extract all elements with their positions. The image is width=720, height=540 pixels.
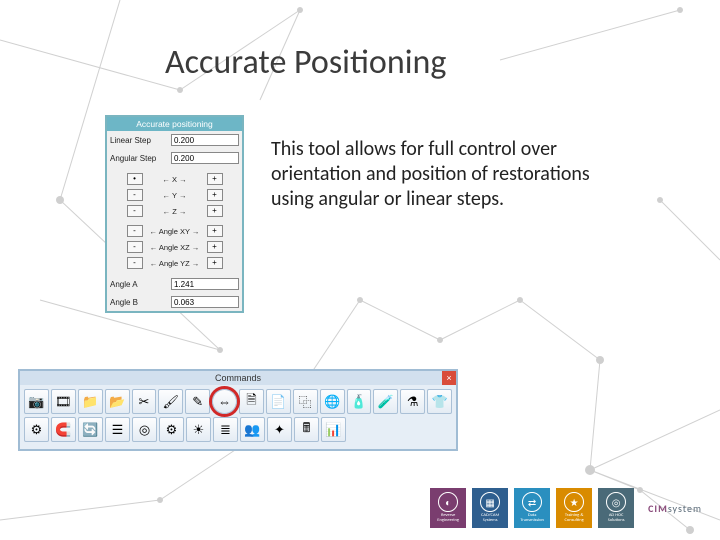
angle-xz-plus-button[interactable]: +: [207, 241, 223, 253]
accurate-positioning-panel: Accurate positioning Linear Step 0.200 A…: [105, 115, 244, 313]
linear-step-label: Linear Step: [110, 136, 168, 145]
flask-icon[interactable]: ⚗: [400, 389, 425, 414]
pencil-icon[interactable]: ✎: [185, 389, 210, 414]
toolbar-title: Commands: [215, 373, 261, 383]
target-icon[interactable]: ◎: [132, 417, 157, 442]
adhoc-icon: ◎: [606, 492, 626, 512]
angle-yz-minus-button[interactable]: -: [127, 257, 143, 269]
angle-b-label: Angle B: [110, 298, 168, 307]
axis-angle-xy-label: ← Angle XY →: [147, 227, 203, 236]
brand-tile-reverse-engineering: ◐ Reverse Engineering: [430, 488, 466, 528]
bottle-icon[interactable]: 🧴: [347, 389, 372, 414]
slide-body-text: This tool allows for full control over o…: [271, 137, 611, 212]
cim-logo-prefix: CIM: [648, 502, 668, 515]
film-icon[interactable]: 🎞: [51, 389, 76, 414]
gear2-icon[interactable]: ⚙: [159, 417, 184, 442]
axis-y-label: ← Y →: [147, 191, 203, 200]
commands-toolbar: Commands × 📷 🎞 📁 📂 ✂ 🖌 ✎ ⇔ 🗎 📄 ⿻ 🌐 🧴 🧪 ⚗…: [18, 369, 458, 451]
x-minus-button[interactable]: •: [127, 173, 143, 185]
angle-a-input[interactable]: 1.241: [171, 278, 239, 290]
folder-open-icon[interactable]: 📂: [105, 389, 130, 414]
brand-label-2: CAD/CAM Systems: [474, 514, 506, 524]
z-minus-button[interactable]: -: [127, 205, 143, 217]
toolbar-header: Commands ×: [20, 371, 456, 385]
panel-header: Accurate positioning: [107, 117, 242, 131]
stack-icon[interactable]: ☰: [105, 417, 130, 442]
toolbar-row-2: ⚙ 🧲 🔄 ☰ ◎ ⚙ ☀ ≣ 👥 ✦ 🖩 📊: [24, 417, 452, 442]
brand-label-3: Data Transmission: [516, 514, 548, 524]
brand-tile-cadcam: ▦ CAD/CAM Systems: [472, 488, 508, 528]
training-icon: ★: [564, 492, 584, 512]
y-plus-button[interactable]: +: [207, 189, 223, 201]
axis-z-label: ← Z →: [147, 207, 203, 216]
data-transmission-icon: ⇄: [522, 492, 542, 512]
brand-label-1: Reverse Engineering: [432, 514, 464, 524]
toolbar-close-button[interactable]: ×: [442, 371, 456, 385]
y-minus-button[interactable]: -: [127, 189, 143, 201]
angle-b-input[interactable]: 0.063: [171, 296, 239, 308]
brand-tile-training: ★ Training & Consulting: [556, 488, 592, 528]
globe-icon[interactable]: 🌐: [320, 389, 345, 414]
angular-step-input[interactable]: 0.200: [171, 152, 239, 164]
cog-icon[interactable]: ✦: [267, 417, 292, 442]
axis-x-label: ← X →: [147, 175, 203, 184]
axis-angle-xz-label: ← Angle XZ →: [147, 243, 203, 252]
brand-tile-adhoc: ◎ AD HOC Solutions: [598, 488, 634, 528]
cim-logo-suffix: system: [668, 502, 702, 515]
brand-tile-data-transmission: ⇄ Data Transmission: [514, 488, 550, 528]
angle-yz-plus-button[interactable]: +: [207, 257, 223, 269]
folder-icon[interactable]: 📁: [78, 389, 103, 414]
brand-label-4: Training & Consulting: [558, 514, 590, 524]
accurate-positioning-tool-icon[interactable]: ⇔: [212, 389, 237, 414]
footer-brands: ◐ Reverse Engineering ▦ CAD/CAM Systems …: [430, 488, 702, 528]
linear-step-input[interactable]: 0.200: [171, 134, 239, 146]
angular-step-label: Angular Step: [110, 154, 168, 163]
list-icon[interactable]: ≣: [213, 417, 238, 442]
scissors-icon[interactable]: ✂: [132, 389, 157, 414]
axis-angle-yz-label: ← Angle YZ →: [147, 259, 203, 268]
brand-label-5: AD HOC Solutions: [600, 514, 632, 524]
gear-icon[interactable]: ⚙: [24, 417, 49, 442]
sun-icon[interactable]: ☀: [186, 417, 211, 442]
users-icon[interactable]: 👥: [240, 417, 265, 442]
angle-xy-plus-button[interactable]: +: [207, 225, 223, 237]
x-plus-button[interactable]: +: [207, 173, 223, 185]
tshirt-icon[interactable]: 👕: [427, 389, 452, 414]
refresh-icon[interactable]: 🔄: [78, 417, 103, 442]
angle-xy-minus-button[interactable]: -: [127, 225, 143, 237]
camera-icon[interactable]: 📷: [24, 389, 49, 414]
z-plus-button[interactable]: +: [207, 205, 223, 217]
toolbar-row-1: 📷 🎞 📁 📂 ✂ 🖌 ✎ ⇔ 🗎 📄 ⿻ 🌐 🧴 🧪 ⚗ 👕: [24, 389, 452, 414]
slide-title: Accurate Positioning: [165, 42, 446, 83]
tube-icon[interactable]: 🧪: [373, 389, 398, 414]
magnet-icon[interactable]: 🧲: [51, 417, 76, 442]
angle-xz-minus-button[interactable]: -: [127, 241, 143, 253]
copy-icon[interactable]: ⿻: [293, 389, 318, 414]
angle-a-label: Angle A: [110, 280, 168, 289]
chart-icon[interactable]: 📊: [321, 417, 346, 442]
cim-logo: CIMsystem: [648, 502, 702, 515]
brush-icon[interactable]: 🖌: [158, 389, 183, 414]
reverse-engineering-icon: ◐: [438, 492, 458, 512]
document-icon[interactable]: 🗎: [239, 389, 264, 414]
page-icon[interactable]: 📄: [266, 389, 291, 414]
cadcam-icon: ▦: [480, 492, 500, 512]
calculator-icon[interactable]: 🖩: [294, 417, 319, 442]
